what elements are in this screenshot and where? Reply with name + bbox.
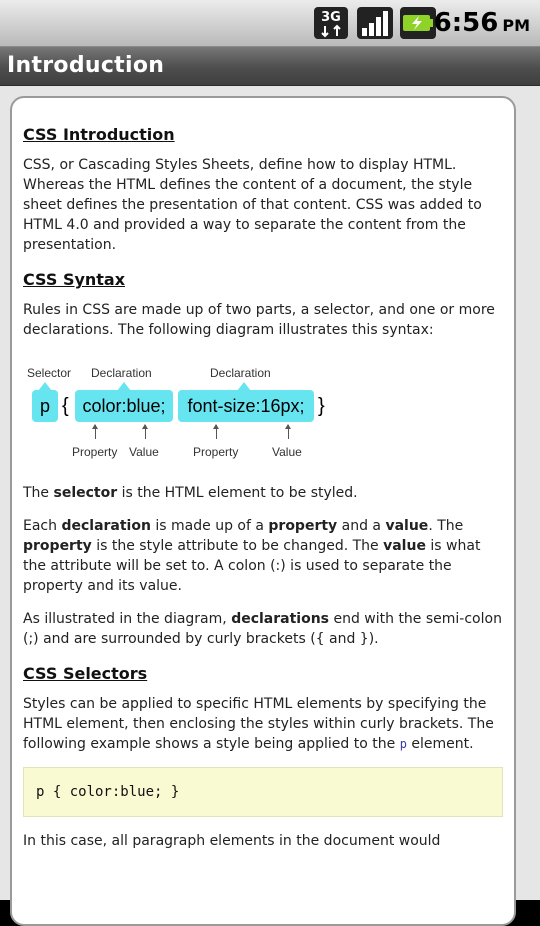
- property-2-arrow: [213, 424, 219, 439]
- diagram-label-property-1: Property: [72, 445, 118, 459]
- heading-css-selectors: CSS Selectors: [23, 664, 148, 683]
- heading-css-syntax: CSS Syntax: [23, 270, 126, 289]
- clock-ampm: PM: [502, 16, 530, 35]
- network-badge: 3G: [321, 10, 341, 25]
- diagram-label-selector: Selector: [27, 366, 72, 380]
- code-example: p { color:blue; }: [23, 767, 503, 817]
- inline-code-p: p: [399, 737, 407, 751]
- diagram-label-declaration-2: Declaration: [210, 366, 271, 380]
- diagram-open-brace: {: [62, 395, 69, 417]
- diagram-selector-box: p: [32, 390, 58, 422]
- intro-paragraph: CSS, or Cascading Styles Sheets, define …: [23, 157, 482, 253]
- syntax-diagram: Selector Declaration Declaration p { col…: [23, 353, 503, 475]
- battery-charging-icon: [400, 7, 436, 39]
- title-bar: Introduction: [0, 47, 540, 86]
- selectors-paragraph: Styles can be applied to specific HTML e…: [23, 696, 494, 752]
- selector-paragraph: The selector is the HTML element to be s…: [23, 485, 358, 501]
- status-bar: 3G 6:56 PM: [0, 0, 540, 47]
- value-2-arrow: [285, 424, 291, 439]
- clock-time: 6:56: [433, 8, 499, 38]
- heading-css-introduction: CSS Introduction: [23, 125, 175, 144]
- declaration-paragraph: Each declaration is made up of a propert…: [23, 518, 481, 594]
- diagram-label-value-1: Value: [129, 445, 159, 459]
- property-1-arrow: [92, 424, 98, 439]
- diagram-close-brace: }: [318, 395, 325, 417]
- diagram-declaration-1: color:blue;: [75, 390, 173, 422]
- diagram-label-value-2: Value: [272, 445, 302, 459]
- diagram-label-declaration-1: Declaration: [91, 366, 152, 380]
- clock: 6:56 PM: [434, 4, 530, 42]
- trailing-paragraph: In this case, all paragraph elements in …: [23, 833, 441, 849]
- article: CSS Introduction CSS, or Cascading Style…: [23, 123, 503, 864]
- diagram-label-property-2: Property: [193, 445, 239, 459]
- signal-strength-icon: [357, 7, 393, 39]
- 3g-data-icon: 3G: [314, 7, 348, 39]
- syntax-paragraph: Rules in CSS are made up of two parts, a…: [23, 302, 495, 338]
- value-1-arrow: [142, 424, 148, 439]
- page-title: Introduction: [7, 53, 165, 78]
- diagram-declaration-2: font-size:16px;: [178, 390, 314, 422]
- illustrated-paragraph: As illustrated in the diagram, declarati…: [23, 611, 502, 647]
